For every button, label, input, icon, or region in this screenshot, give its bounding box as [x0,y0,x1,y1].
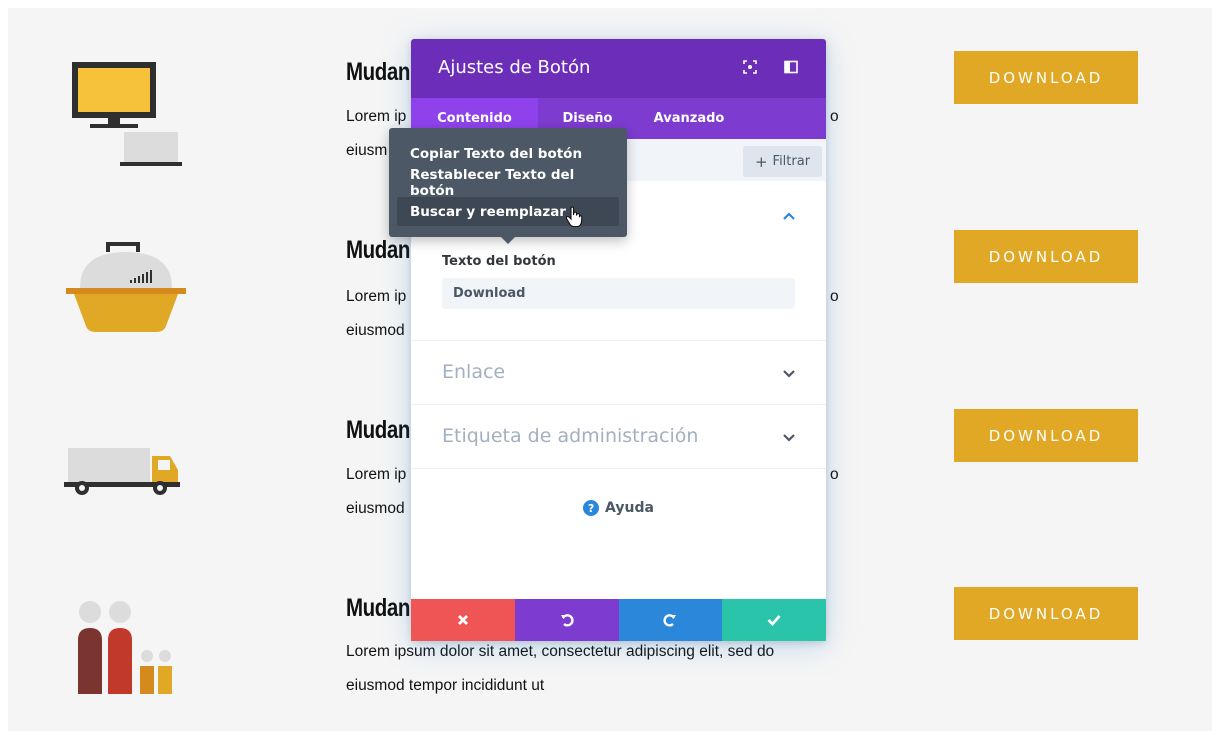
button-text-input[interactable] [442,278,795,309]
modal-footer [411,599,826,641]
download-button-4[interactable]: DOWNLOAD [954,587,1138,640]
row-3-title: Mudan [346,416,410,444]
close-icon [457,615,468,625]
context-menu: Copiar Texto del botón Restablecer Texto… [389,128,627,244]
expand-icon[interactable] [741,58,759,76]
menu-item-find-replace[interactable]: Buscar y reemplazar [397,197,619,226]
row-4-title: Mudan [346,594,410,622]
section-enlace[interactable]: Enlace [411,340,826,404]
help-link[interactable]: ? Ayuda [411,500,826,516]
section-etiqueta-label: Etiqueta de administración [442,425,699,447]
menu-item-reset[interactable]: Restablecer Texto del botón [397,167,619,199]
download-button-2[interactable]: DOWNLOAD [954,230,1138,283]
section-enlace-label: Enlace [442,361,506,383]
filter-label: Filtrar [772,154,811,169]
tab-avanzado[interactable]: Avanzado [637,98,741,139]
monitor-laptop-icon [68,58,188,170]
menu-item-copy[interactable]: Copiar Texto del botón [397,139,619,168]
chevron-down-icon[interactable] [782,366,796,380]
cancel-button[interactable] [411,599,515,641]
hand-cursor-icon [565,206,583,228]
page-canvas: Mudan Lorem ip eiusm o Mudan Lorem ip ei… [8,8,1212,731]
save-button[interactable] [722,599,826,641]
plus-icon: + [754,152,768,171]
undo-icon [560,614,574,627]
row-4-text-line2: eiusmod tempor incididunt ut [346,677,545,694]
modal-title: Ajustes de Botón [438,57,591,78]
dock-sidebar-icon[interactable] [782,58,800,76]
row-1-title: Mudan [346,58,410,86]
family-icon [74,600,184,700]
help-icon: ? [583,500,600,516]
download-button-1[interactable]: DOWNLOAD [954,51,1138,104]
help-label: Ayuda [605,500,654,516]
redo-icon [663,614,677,627]
undo-button[interactable] [514,599,619,641]
row-2-text-tail: o [830,288,839,305]
moving-truck-icon [64,444,184,504]
section-divider [411,468,826,469]
text-field-label: Texto del botón [442,254,556,269]
chevron-down-icon[interactable] [782,430,796,444]
modal-header: Ajustes de Botón [411,39,826,98]
row-1-text-tail: o [830,108,839,125]
section-etiqueta[interactable]: Etiqueta de administración [411,404,826,468]
row-3-text-tail: o [830,466,839,483]
check-icon [767,615,781,626]
pet-carrier-icon [66,238,186,338]
redo-button[interactable] [618,599,723,641]
filter-button[interactable]: + Filtrar [743,146,822,177]
download-button-3[interactable]: DOWNLOAD [954,409,1138,462]
chevron-up-icon[interactable] [782,210,796,224]
row-2-title: Mudan [346,236,410,264]
